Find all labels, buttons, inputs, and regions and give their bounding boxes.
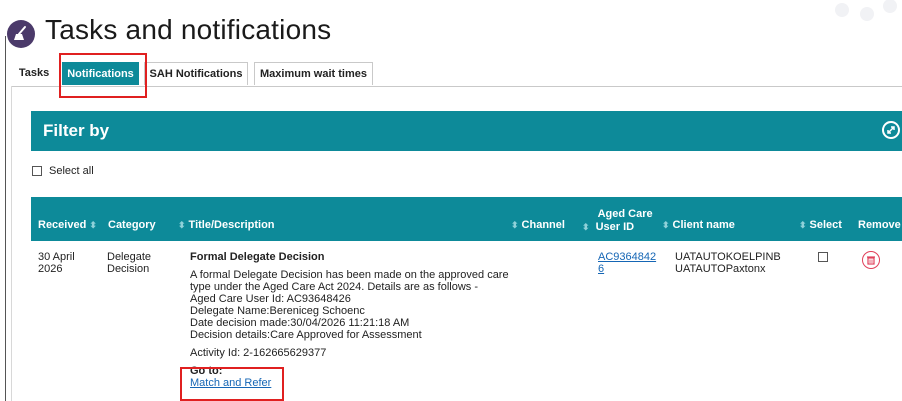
column-client-name[interactable]: ⬍ Client name [659,219,735,231]
tab-divider [11,86,902,87]
filter-title: Filter by [43,121,110,140]
column-category[interactable]: Category [108,219,156,231]
cell-category: Delegate Decision [107,251,152,275]
notification-description: A formal Delegate Decision has been made… [190,269,509,341]
table-header: Received ⬍ Category ⬍ Title/Description ⬍ C… [31,197,902,241]
tab-maximum-wait-times[interactable]: Maximum wait times [254,62,373,85]
sort-icon: ⬍ [178,220,186,230]
activity-id: Activity Id: 2-162665629377 [190,347,327,359]
select-all-label: Select all [49,165,94,177]
column-received[interactable]: Received ⬍ [38,219,100,231]
cell-client-name: UATAUTOKOELPINB UATAUTOPaxtonx [675,251,781,275]
column-select[interactable]: ⬍ Select [796,219,842,231]
page-title: Tasks and notifications [45,14,332,45]
sort-icon: ⬍ [799,220,807,230]
select-all-checkbox[interactable] [32,166,42,176]
panel-left-border [11,86,12,401]
tab-tasks[interactable]: Tasks [11,62,57,85]
broom-icon [7,20,35,48]
match-and-refer-link[interactable]: Match and Refer [190,377,530,389]
goto-label: Go to: [190,365,223,377]
expand-icon[interactable] [882,121,900,139]
notification-title: Formal Delegate Decision [190,251,325,263]
tab-notifications[interactable]: Notifications [62,62,139,85]
column-remove[interactable]: Remove [858,219,901,231]
page-left-border [5,36,6,401]
tab-sah-notifications[interactable]: SAH Notifications [144,62,248,85]
column-title[interactable]: ⬍ Title/Description [175,219,275,231]
cell-title-description: Formal Delegate Decision A formal Delega… [190,251,530,389]
sort-icon: ⬍ [582,222,590,232]
sort-icon: ⬍ [89,220,97,230]
sort-icon: ⬍ [662,220,670,230]
decorative-background-pattern [835,0,897,21]
page-header: Tasks and notifications [0,0,902,62]
filter-panel-header[interactable]: Filter by [31,111,902,151]
sort-icon: ⬍ [511,220,519,230]
column-aged-care-user-id[interactable]: ⬍ Aged Care User ID [582,208,653,234]
aged-care-user-id-link[interactable]: AC9364842 6 [598,251,656,275]
row-select-checkbox[interactable] [818,252,828,262]
select-all-control[interactable]: Select all [32,165,94,177]
column-channel[interactable]: ⬍ Channel [508,219,565,231]
trash-icon[interactable] [862,251,880,269]
cell-received: 30 April 2026 [38,251,75,275]
